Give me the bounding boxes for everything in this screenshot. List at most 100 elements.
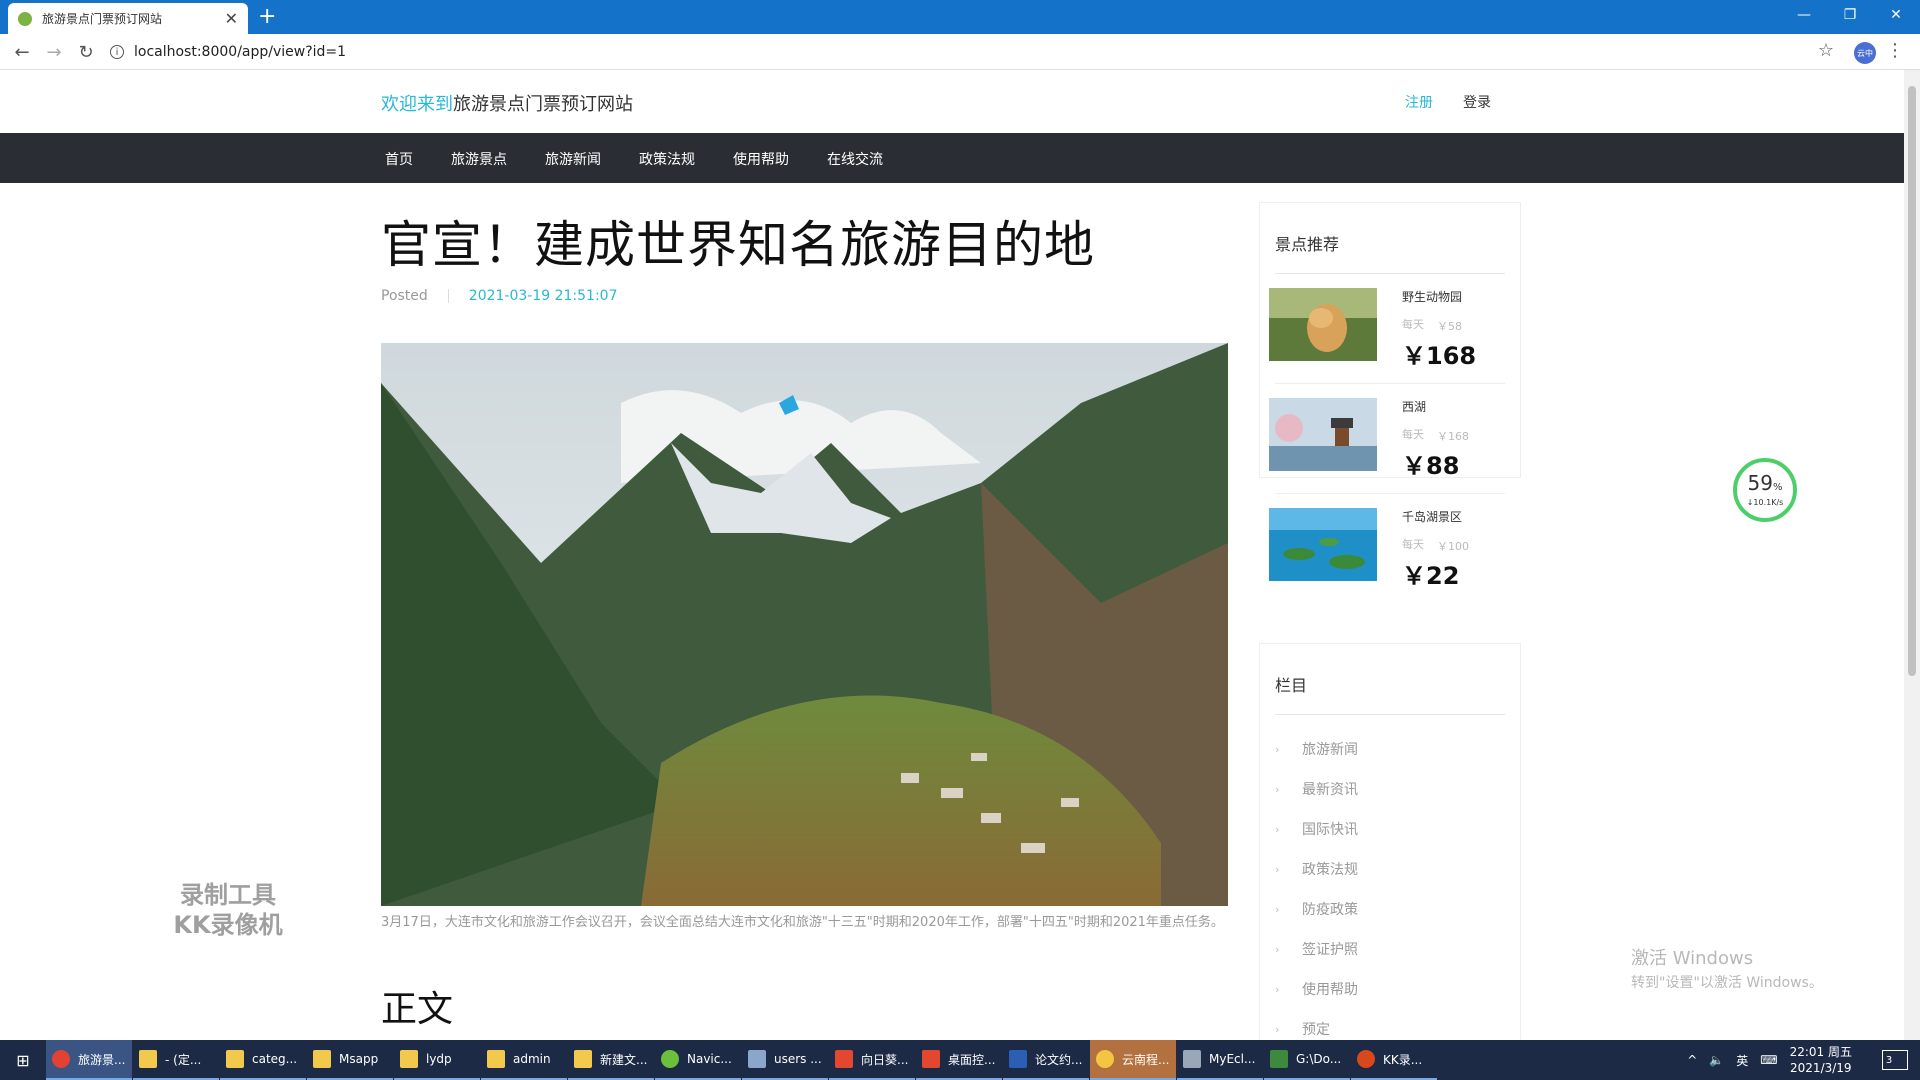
restore-icon[interactable]: ❐ [1827, 0, 1873, 30]
nav-item-policy[interactable]: 政策法规 [639, 149, 695, 169]
notification-count: 3 [1885, 1054, 1893, 1066]
taskbar-item[interactable]: Navic... [655, 1040, 741, 1080]
speed-percent: 59 [1747, 471, 1773, 495]
taskbar-item[interactable]: 向日葵... [829, 1040, 915, 1080]
bookmark-star-icon[interactable]: ☆ [1818, 40, 1834, 61]
tray-clock[interactable]: 22:01 周五 2021/3/19 [1790, 1044, 1852, 1076]
taskbar-label: categ... [252, 1052, 298, 1066]
nav-item-spots[interactable]: 旅游景点 [451, 149, 507, 169]
category-label[interactable]: 国际快讯 [1302, 819, 1358, 839]
spot-card[interactable]: 西湖 每天 ￥168 ￥88 [1269, 384, 1505, 494]
taskbar-item[interactable]: 桌面控... [916, 1040, 1002, 1080]
notification-icon[interactable]: 3 [1882, 1050, 1908, 1070]
register-link[interactable]: 注册 [1405, 92, 1433, 112]
forward-icon[interactable]: → [42, 40, 66, 64]
category-label[interactable]: 预定 [1302, 1019, 1330, 1039]
site-brand[interactable]: 欢迎来到旅游景点门票预订网站 [381, 90, 633, 116]
taskbar-item[interactable]: - (定... [133, 1040, 219, 1080]
spot-card[interactable]: 野生动物园 每天 ￥58 ￥168 [1269, 274, 1505, 384]
brand-name: 旅游景点门票预订网站 [453, 94, 633, 115]
meta-divider [447, 289, 449, 303]
taskbar-item[interactable]: lydp [394, 1040, 480, 1080]
page-scrollbar[interactable] [1904, 70, 1920, 1040]
taskbar-item[interactable]: admin [481, 1040, 567, 1080]
category-label[interactable]: 最新资讯 [1302, 779, 1358, 799]
eclipse-icon [1183, 1050, 1201, 1068]
nav-item-help[interactable]: 使用帮助 [733, 149, 789, 169]
category-label[interactable]: 签证护照 [1302, 939, 1358, 959]
category-label[interactable]: 使用帮助 [1302, 979, 1358, 999]
category-item[interactable]: › 政策法规 [1275, 849, 1520, 889]
word-icon [1009, 1050, 1027, 1068]
back-icon[interactable]: ← [10, 40, 34, 64]
taskbar-item[interactable]: users ... [742, 1040, 828, 1080]
chevron-right-icon: › [1275, 742, 1280, 756]
chevron-right-icon: › [1275, 822, 1280, 836]
site-info-icon[interactable]: i [110, 45, 124, 59]
menu-icon[interactable]: ⋮ [1886, 40, 1904, 61]
tray-volume-icon[interactable]: 🔈 [1709, 1053, 1724, 1067]
python-icon [1096, 1050, 1114, 1068]
taskbar-item[interactable]: 论文约... [1003, 1040, 1089, 1080]
section-heading: 正文 [381, 989, 454, 1030]
new-tab-icon[interactable]: + [258, 5, 276, 29]
taskbar-label: G:\Do... [1296, 1052, 1342, 1066]
close-tab-icon[interactable]: ✕ [225, 9, 238, 28]
profile-avatar[interactable]: 云中 [1854, 42, 1876, 64]
windows-start-icon[interactable]: ⊞ [0, 1040, 46, 1080]
category-label[interactable]: 防疫政策 [1302, 899, 1358, 919]
nav-item-news[interactable]: 旅游新闻 [545, 149, 601, 169]
spot-name[interactable]: 野生动物园 [1402, 288, 1462, 305]
category-list: › 旅游新闻 › 最新资讯 › 国际快讯 › 政策法规 › 防疫政策 › 签证护照 › 使用帮… [1275, 729, 1520, 1040]
login-link[interactable]: 登录 [1463, 92, 1491, 112]
category-label[interactable]: 旅游新闻 [1302, 739, 1358, 759]
browser-tab[interactable]: 旅游景点门票预订网站 ✕ [8, 3, 248, 34]
network-speed-widget[interactable]: 59% ↓10.1K/s [1733, 458, 1797, 522]
address-bar[interactable]: i localhost:8000/app/view?id=1 [110, 39, 1830, 65]
tray-ime[interactable]: 英 [1736, 1052, 1748, 1069]
category-item[interactable]: › 最新资讯 [1275, 769, 1520, 809]
category-label[interactable]: 政策法规 [1302, 859, 1358, 879]
folder-icon [400, 1050, 418, 1068]
minimize-icon[interactable]: — [1781, 0, 1827, 30]
spot-name[interactable]: 千岛湖景区 [1402, 508, 1462, 525]
tray-keyboard-icon[interactable]: ⌨ [1760, 1053, 1777, 1067]
category-item[interactable]: › 使用帮助 [1275, 969, 1520, 1009]
category-item[interactable]: › 旅游新闻 [1275, 729, 1520, 769]
category-item[interactable]: › 防疫政策 [1275, 889, 1520, 929]
nav-item-home[interactable]: 首页 [385, 149, 413, 169]
taskbar-item[interactable]: KK录... [1351, 1040, 1437, 1080]
windows-activation-notice: 激活 Windows 转到"设置"以激活 Windows。 [1631, 944, 1823, 992]
spot-name[interactable]: 西湖 [1402, 398, 1426, 415]
browser-toolbar: ← → ↻ i localhost:8000/app/view?id=1 ☆ 云… [0, 34, 1920, 70]
taskbar-item[interactable]: MyEcl... [1177, 1040, 1263, 1080]
taskbar-item[interactable]: 云南程... [1090, 1040, 1176, 1080]
spot-thumbnail[interactable] [1269, 288, 1377, 361]
speed-percent-unit: % [1772, 482, 1783, 493]
category-item[interactable]: › 国际快讯 [1275, 809, 1520, 849]
spot-price: ￥22 [1402, 562, 1460, 590]
clock-date: 2021/3/19 [1790, 1061, 1852, 1075]
spot-thumbnail[interactable] [1269, 398, 1377, 471]
clock-time: 22:01 周五 [1789, 1045, 1852, 1059]
main-nav: 首页 旅游景点 旅游新闻 政策法规 使用帮助 在线交流 [0, 133, 1904, 183]
spot-card[interactable]: 千岛湖景区 每天 ￥100 ￥22 [1269, 494, 1505, 604]
taskbar-item[interactable]: 旅游景... [46, 1040, 132, 1080]
chrome-icon [52, 1050, 70, 1068]
taskbar-item[interactable]: G:\Do... [1264, 1040, 1350, 1080]
activate-title: 激活 Windows [1631, 948, 1754, 969]
scrollbar-thumb[interactable] [1908, 86, 1916, 676]
taskbar-item[interactable]: Msapp [307, 1040, 393, 1080]
nav-item-chat[interactable]: 在线交流 [827, 149, 883, 169]
taskbar-label: admin [513, 1052, 551, 1066]
spot-thumbnail[interactable] [1269, 508, 1377, 581]
category-item[interactable]: › 签证护照 [1275, 929, 1520, 969]
tray-chevron-up-icon[interactable]: ^ [1687, 1053, 1697, 1067]
close-window-icon[interactable]: ✕ [1873, 0, 1919, 30]
taskbar-item[interactable]: categ... [220, 1040, 306, 1080]
category-title: 栏目 [1275, 676, 1308, 695]
category-item[interactable]: › 预定 [1275, 1009, 1520, 1040]
taskbar-item[interactable]: 新建文... [568, 1040, 654, 1080]
article-hero-image [381, 343, 1228, 906]
reload-icon[interactable]: ↻ [74, 40, 98, 64]
